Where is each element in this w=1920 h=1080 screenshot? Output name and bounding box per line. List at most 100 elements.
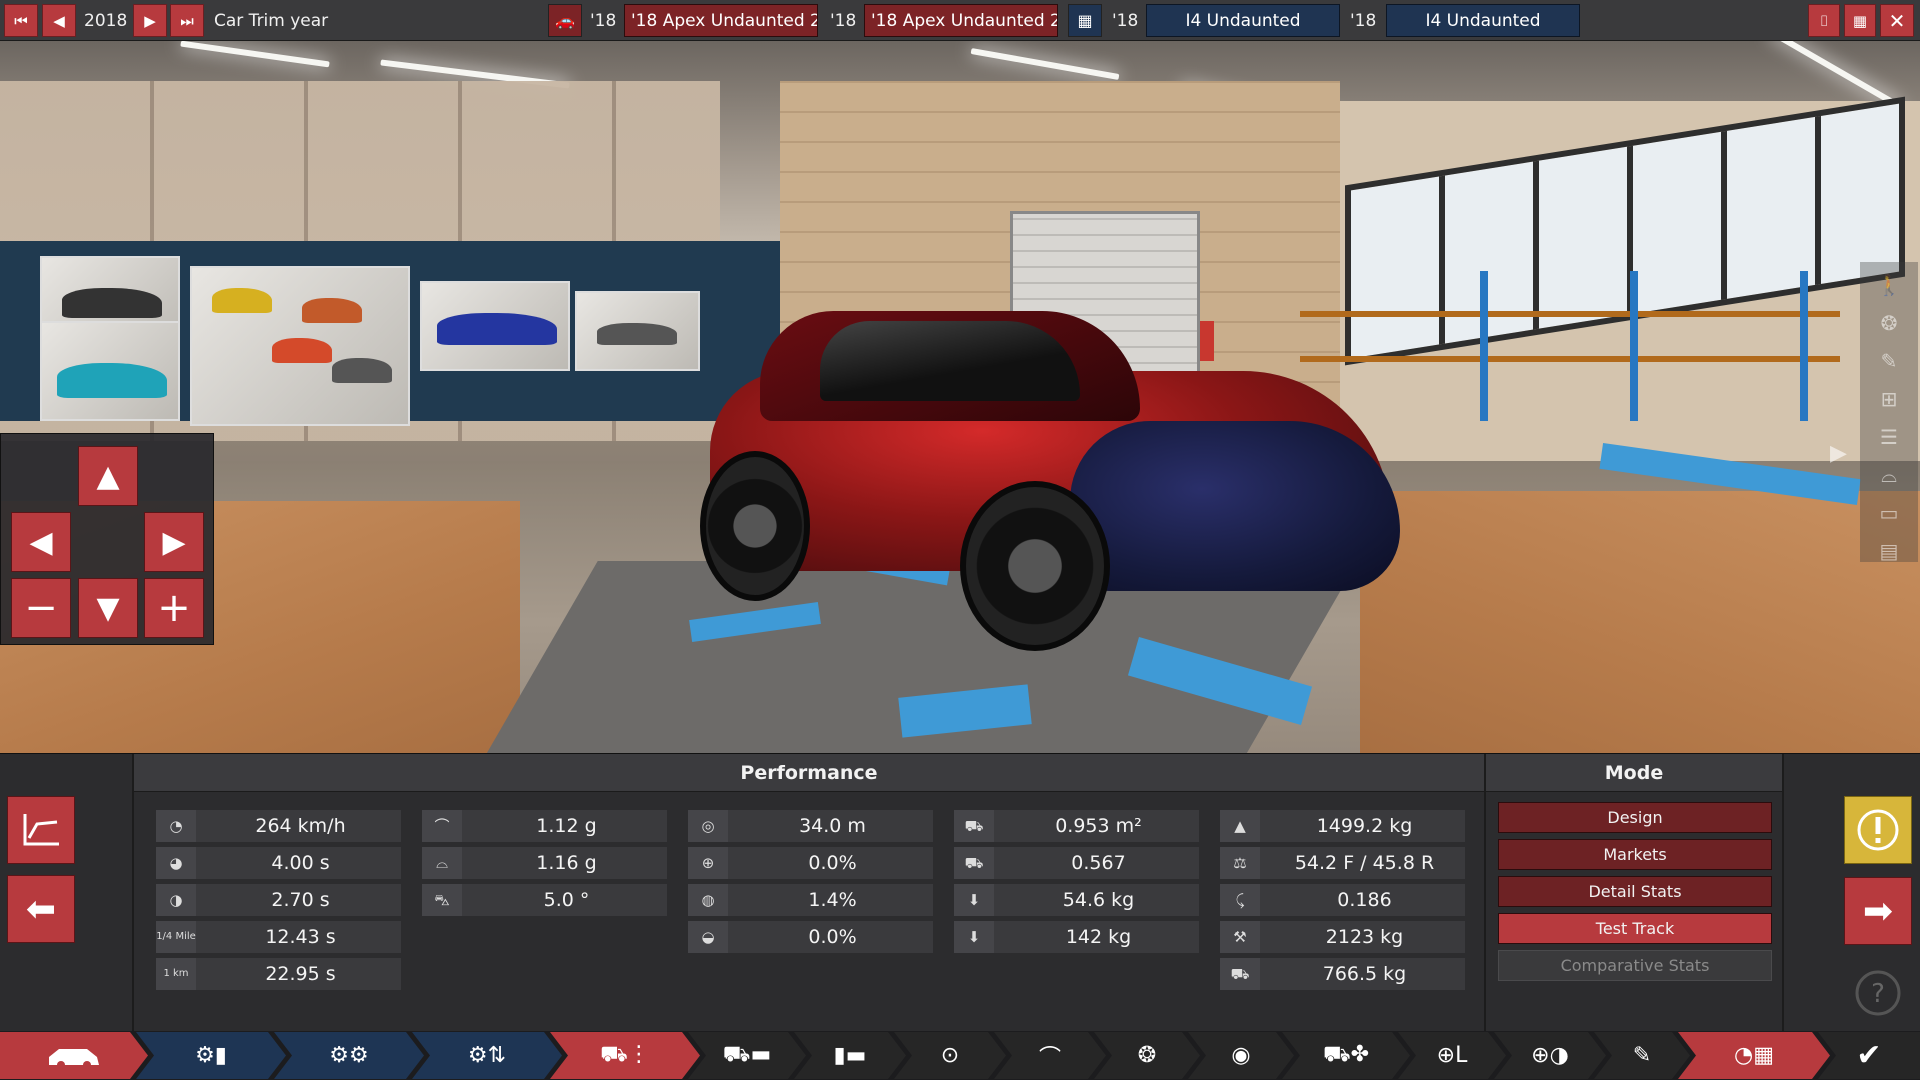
- fixture-view-icon[interactable]: ⊞: [1876, 386, 1902, 412]
- scene-expand-icon[interactable]: ▶: [1830, 441, 1847, 466]
- close-icon[interactable]: ✕: [1880, 4, 1914, 37]
- poster: [40, 321, 180, 421]
- variant-select[interactable]: I4 Undaunted: [1386, 4, 1580, 37]
- cornering-icon: ⌒: [422, 810, 462, 842]
- car-model-icon[interactable]: 🚗: [548, 4, 582, 37]
- cargo-capacity-icon: ⛟: [1220, 958, 1260, 990]
- drivetrain-icon[interactable]: ⊙: [894, 1032, 1006, 1079]
- stat-row: ⚖ 54.2 F / 45.8 R: [1220, 847, 1465, 879]
- car-wheel: [700, 451, 810, 601]
- camera-right-button[interactable]: ▶: [144, 512, 204, 572]
- garage-viewport[interactable]: ▶: [0, 41, 1920, 753]
- stat-row: ◔ 264 km/h: [156, 810, 401, 842]
- one-km-icon: 1 km: [156, 958, 196, 990]
- mode-markets-button[interactable]: Markets: [1498, 839, 1772, 870]
- stat-value: 0.953 m²: [1055, 815, 1142, 837]
- stat-value: 22.95 s: [265, 963, 336, 985]
- arrow-left-icon[interactable]: ⬅: [7, 875, 75, 943]
- camera-left-button[interactable]: ◀: [11, 512, 71, 572]
- towing-capacity-icon: ⚒: [1220, 921, 1260, 953]
- pedestrian-icon[interactable]: 🚶: [1876, 272, 1902, 298]
- mode-comparative-stats-button[interactable]: Comparative Stats: [1498, 950, 1772, 981]
- stat-value: 0.0%: [808, 852, 857, 874]
- weight-icon: ▲: [1220, 810, 1260, 842]
- braking-distance-icon: ◎: [688, 810, 728, 842]
- mode-design-button[interactable]: Design: [1498, 802, 1772, 833]
- fixtures-icon[interactable]: ⛟✤: [1282, 1032, 1410, 1079]
- stat-value: 1499.2 kg: [1316, 815, 1413, 837]
- body-roll-icon: ⛍: [422, 884, 462, 916]
- stat-row: ⌒ 1.12 g: [422, 810, 667, 842]
- badge-view-icon[interactable]: ▤: [1876, 538, 1902, 564]
- stat-value: 4.00 s: [271, 852, 330, 874]
- engine-block-icon[interactable]: ⚙⚙: [274, 1032, 424, 1079]
- view-tool-strip: 🚶 ❂ ✎ ⊞ ☰ ⌓ ▭ ▤: [1860, 262, 1918, 564]
- grill-view-icon[interactable]: ☰: [1876, 424, 1902, 450]
- stat-row: ⛟ 0.567: [954, 847, 1199, 879]
- car-trim-icon[interactable]: ⛟⋮: [550, 1032, 700, 1079]
- wheels-icon[interactable]: ❂: [1094, 1032, 1200, 1079]
- engine-icon[interactable]: ▦: [1068, 4, 1102, 37]
- engine-tune-icon[interactable]: ⚙⇅: [412, 1032, 562, 1079]
- paint-icon[interactable]: ✎: [1594, 1032, 1690, 1079]
- brakes-icon[interactable]: ◉: [1188, 1032, 1294, 1079]
- arrow-right-icon[interactable]: ➡: [1844, 877, 1912, 945]
- stats-panel: ⬅ Performance ◔ 264 km/h ◕ 4.00 s ◑ 2.70 s …: [0, 753, 1920, 1032]
- engine-year: '18: [1112, 10, 1139, 31]
- chart-axes-icon[interactable]: [7, 796, 75, 864]
- car-model: [690, 311, 1410, 651]
- stat-value: 766.5 kg: [1322, 963, 1407, 985]
- play-icon[interactable]: ▶: [133, 4, 167, 37]
- stat-value: 2.70 s: [271, 889, 330, 911]
- interior-icon[interactable]: ⊕L: [1398, 1032, 1506, 1079]
- stats-column-aero: ⛟ 0.953 m² ⛟ 0.567 ⬇ 54.6 kg ⬇ 142 kg: [954, 810, 1199, 958]
- aero-icon[interactable]: ⌒: [994, 1032, 1106, 1079]
- mode-test-track-button[interactable]: Test Track: [1498, 913, 1772, 944]
- calculator-icon[interactable]: ▦: [1844, 4, 1876, 37]
- stat-value: 1.4%: [808, 889, 857, 911]
- engine-design-icon[interactable]: ⚙▮: [136, 1032, 286, 1079]
- performance-title: Performance: [134, 754, 1484, 792]
- stat-row: 1/4 Mile 12.43 s: [156, 921, 401, 953]
- test-drive-icon[interactable]: ◔▦: [1678, 1032, 1830, 1079]
- stat-row: 1 km 22.95 s: [156, 958, 401, 990]
- stat-value: 264 km/h: [255, 815, 346, 837]
- paint-view-icon[interactable]: ✎: [1876, 348, 1902, 374]
- silhouette-view-icon[interactable]: ⌓: [1876, 462, 1902, 488]
- chassis-icon[interactable]: ⛟▬: [688, 1032, 806, 1079]
- quarter-mile-icon: 1/4 Mile: [156, 921, 196, 953]
- drag-coefficient-icon: ⛟: [954, 847, 994, 879]
- car-designer-window: ▶ 🚶 ❂ ✎ ⊞ ☰ ⌓ ▭ ▤ ⏮ ◀ 2018 ▶ ⏭ Car Trim …: [0, 0, 1920, 1080]
- car-wheel: [960, 481, 1110, 651]
- skip-back-icon[interactable]: ⏮: [4, 4, 38, 37]
- model-select[interactable]: '18 Apex Undaunted 2018: [624, 4, 818, 37]
- stat-value: 54.6 kg: [1062, 889, 1135, 911]
- interior-view-icon[interactable]: ▭: [1876, 500, 1902, 526]
- zoom-out-button[interactable]: −: [11, 578, 71, 638]
- design-stage-nav: ⚙▮ ⚙⚙ ⚙⇅ ⛟⋮ ⛟▬ ▮▬ ⊙ ⌒ ❂ ◉ ⛟✤ ⊕L ⊕◑ ✎ ◔▦ …: [0, 1031, 1920, 1080]
- tires-icon[interactable]: ⊕◑: [1494, 1032, 1606, 1079]
- help-question-icon[interactable]: ?: [1844, 959, 1912, 1027]
- skip-forward-icon[interactable]: ⏭: [170, 4, 204, 37]
- trim-select[interactable]: '18 Apex Undaunted 2018: [864, 4, 1058, 37]
- camera-down-button[interactable]: ▼: [78, 578, 138, 638]
- warning-exclamation-icon[interactable]: [1844, 796, 1912, 864]
- weight-distribution-icon: ⚖: [1220, 847, 1260, 879]
- camera-icon[interactable]: ⌷: [1808, 4, 1840, 37]
- mode-title: Mode: [1486, 754, 1782, 792]
- stats-column-handling: ⌒ 1.12 g ⌓ 1.16 g ⛍ 5.0 °: [422, 810, 667, 921]
- engine-select[interactable]: I4 Undaunted: [1146, 4, 1340, 37]
- zoom-in-button[interactable]: +: [144, 578, 204, 638]
- stat-row: ⬇ 54.6 kg: [954, 884, 1199, 916]
- camera-up-button[interactable]: ▲: [78, 446, 138, 506]
- suspension-icon[interactable]: ▮▬: [794, 1032, 906, 1079]
- stat-value: 12.43 s: [265, 926, 336, 948]
- finish-checkmark-icon[interactable]: ✔: [1818, 1032, 1920, 1079]
- stat-value: 0.186: [1337, 889, 1392, 911]
- stat-value: 0.567: [1071, 852, 1126, 874]
- play-back-icon[interactable]: ◀: [42, 4, 76, 37]
- stat-value: 142 kg: [1065, 926, 1132, 948]
- wheel-view-icon[interactable]: ❂: [1876, 310, 1902, 336]
- mode-detail-stats-button[interactable]: Detail Stats: [1498, 876, 1772, 907]
- car-body-icon[interactable]: [0, 1032, 148, 1079]
